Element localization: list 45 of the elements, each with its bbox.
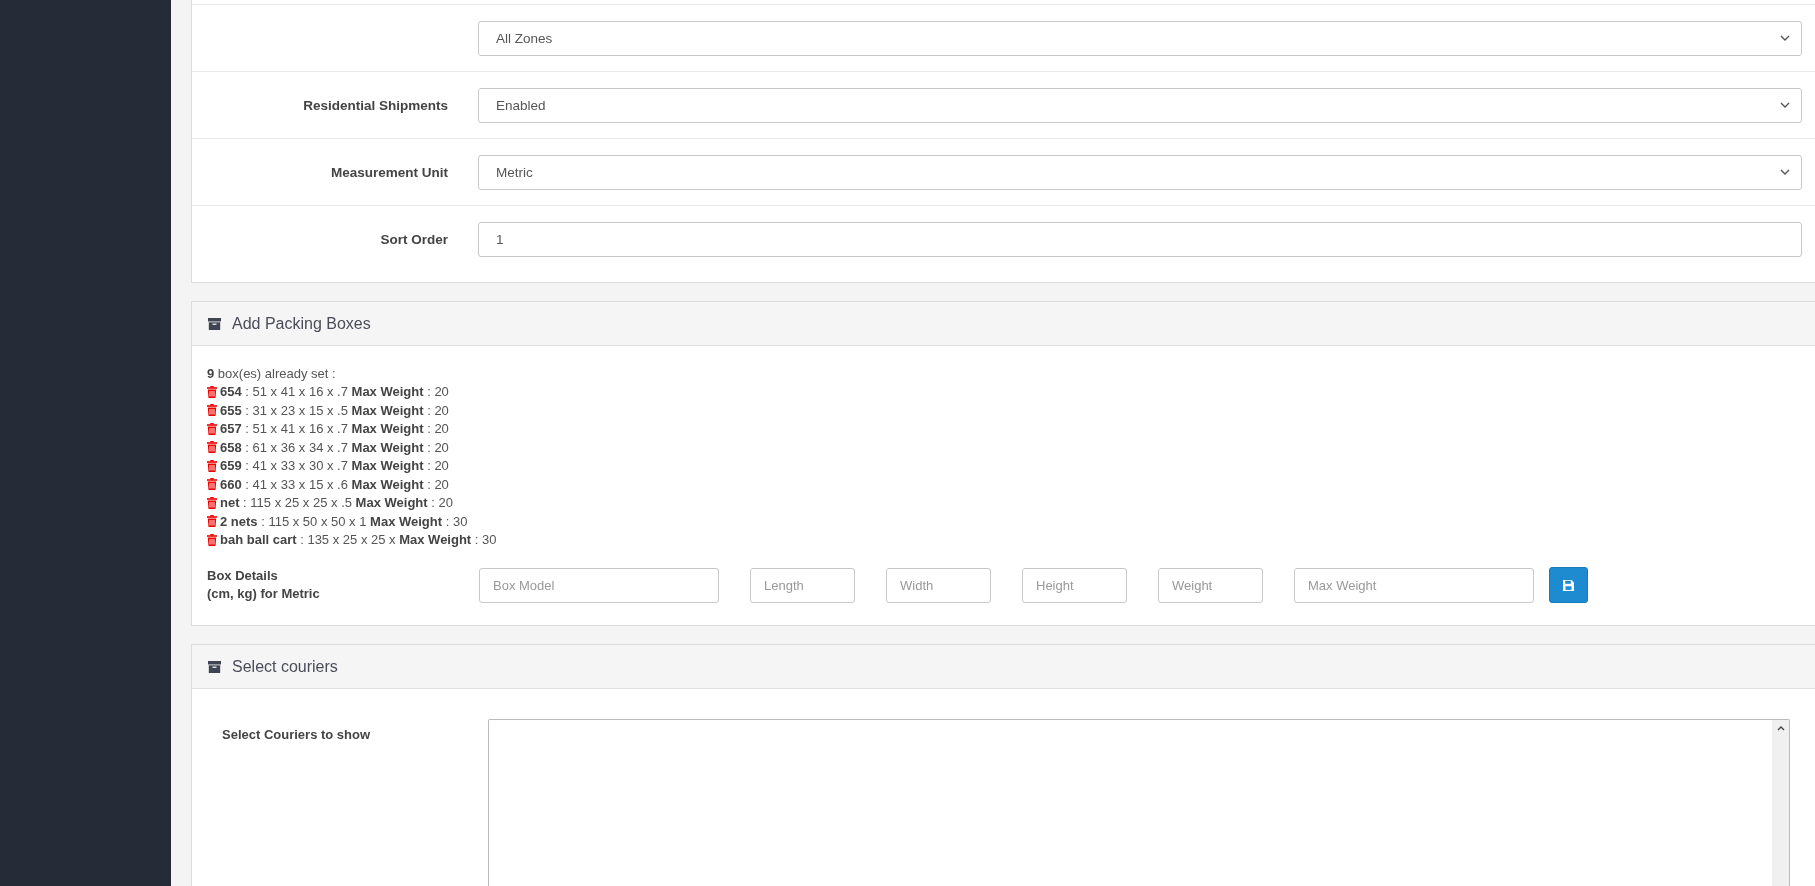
box-entry: 660 : 41 x 33 x 15 x .6 Max Weight : 20: [220, 476, 449, 492]
save-button[interactable]: [1549, 567, 1588, 603]
trash-icon[interactable]: [207, 515, 217, 528]
box-entry: net : 115 x 25 x 25 x .5 Max Weight : 20: [220, 495, 453, 511]
trash-icon[interactable]: [207, 478, 217, 491]
box-entry: 657 : 51 x 41 x 16 x .7 Max Weight : 20: [220, 421, 449, 437]
input-field[interactable]: Max Weight: [1294, 567, 1534, 603]
trash-icon[interactable]: [207, 385, 217, 398]
box-entry: 659 : 41 x 33 x 30 x .7 Max Weight : 20: [220, 458, 449, 474]
box-entry: 655 : 31 x 23 x 15 x .5 Max Weight : 20: [220, 402, 449, 418]
chevron-down-icon: [1780, 102, 1790, 108]
boxes-summary: 9 box(es) already set :: [207, 365, 336, 381]
trash-icon[interactable]: [207, 459, 217, 472]
input-field[interactable]: Weight: [1158, 567, 1263, 603]
panel-title: Select couriers: [232, 657, 338, 676]
field-label: Box Details: [207, 567, 279, 585]
trash-icon[interactable]: [207, 404, 217, 417]
chevron-down-icon: [1780, 35, 1790, 41]
select-field[interactable]: Enabled: [478, 87, 1802, 123]
select-field[interactable]: All Zones: [478, 20, 1802, 56]
input-field[interactable]: Width: [886, 567, 991, 603]
input-field[interactable]: Height: [1022, 567, 1127, 603]
field-label: Measurement Unit: [330, 164, 448, 180]
archive-box-icon: [208, 660, 221, 673]
chevron-up-icon: [1776, 726, 1785, 731]
input-field[interactable]: Length: [750, 567, 855, 603]
box-entry: 2 nets : 115 x 50 x 50 x 1 Max Weight : 30: [220, 513, 468, 529]
chevron-down-icon: [1780, 169, 1790, 175]
field-label: Residential Shipments: [303, 97, 448, 113]
archive-box-icon: [208, 317, 221, 330]
box-entry: bah ball cart : 135 x 25 x 25 x Max Weight : 30: [220, 532, 497, 548]
trash-icon[interactable]: [207, 441, 217, 454]
box-entry: 654 : 51 x 41 x 16 x .7 Max Weight : 20: [220, 384, 449, 400]
trash-icon[interactable]: [207, 422, 217, 435]
field-label: (cm, kg) for Metric: [207, 585, 321, 603]
text-field[interactable]: 1: [478, 221, 1802, 257]
trash-icon[interactable]: [207, 496, 217, 509]
input-field[interactable]: Box Model: [479, 567, 719, 603]
field-label: Select Couriers to show: [222, 727, 371, 742]
trash-icon[interactable]: [207, 533, 217, 546]
field-label: Sort Order: [380, 231, 448, 247]
select-field[interactable]: Metric: [478, 154, 1802, 190]
panel-title: Add Packing Boxes: [232, 314, 371, 333]
scrollbar[interactable]: [1772, 720, 1789, 886]
box-entry: 658 : 61 x 36 x 34 x .7 Max Weight : 20: [220, 439, 449, 455]
